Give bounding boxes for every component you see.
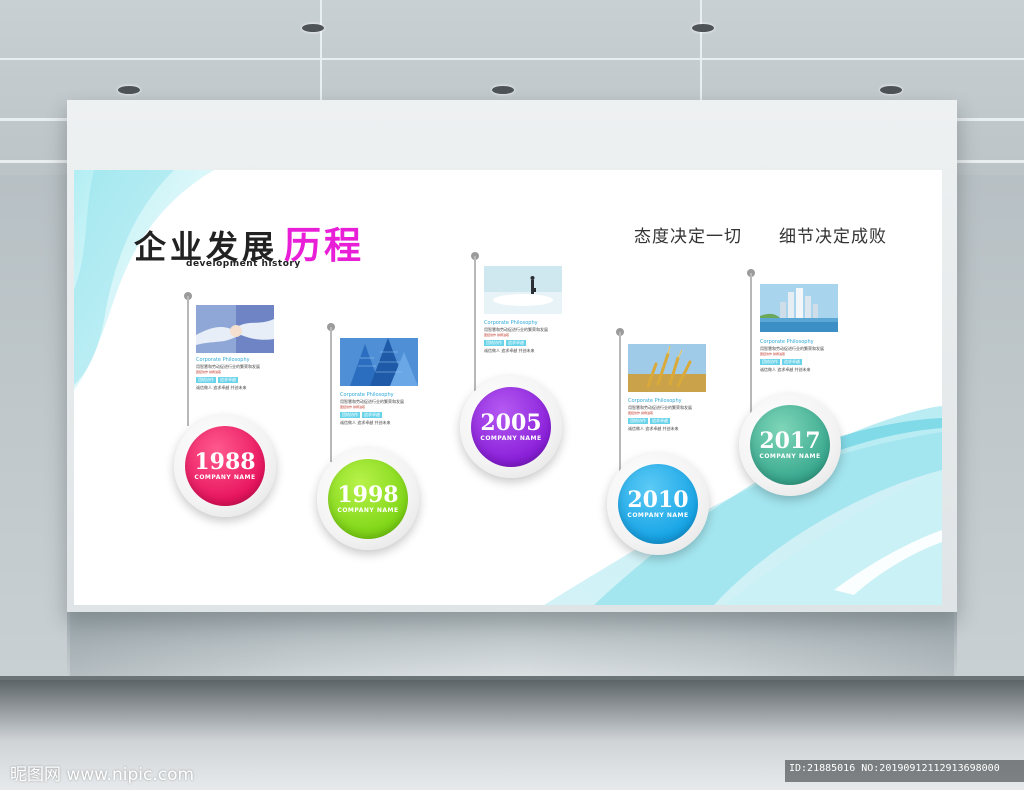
year-circle-2005: 2005 COMPANY NAME [460,376,562,478]
info-tagline: 团结协作 拼搏进取 [340,405,365,409]
info-tagline: 团结协作 拼搏进取 [760,352,785,356]
year-badge: 2005 COMPANY NAME [471,387,551,467]
ceiling-light [880,86,902,94]
year-label: 2010 [627,487,689,513]
info-tag: 追求卓越 [650,418,670,424]
city-skyline-photo [760,284,838,332]
info-heading: Corporate Philosophy [484,320,538,326]
info-tag: 团结协作 [484,340,504,346]
info-tag: 团结协作 [340,412,360,418]
info-tag: 追求卓越 [782,359,802,365]
info-heading: Corporate Philosophy [340,392,394,398]
company-name: COMPANY NAME [627,512,689,519]
company-name: COMPANY NAME [194,474,256,481]
milestone-info: Corporate Philosophy 用智慧和劳动促进行业的繁荣和发展 团结… [340,392,430,426]
wall-pillar-right [954,175,1024,680]
year-circle-2010: 2010 COMPANY NAME [607,453,709,555]
info-tagline: 团结协作 拼搏进取 [628,411,653,415]
info-tag: 团结协作 [196,377,216,383]
info-tag: 团结协作 [628,418,648,424]
year-label: 2005 [480,410,542,436]
year-badge: 1998 COMPANY NAME [328,459,408,539]
year-label: 2017 [759,428,821,454]
year-circle-1988: 1988 COMPANY NAME [174,415,276,517]
skyscraper-photo [340,338,418,386]
company-name: COMPANY NAME [480,435,542,442]
milestone-info: Corporate Philosophy 用智慧和劳动促进行业的繁荣和发展 团结… [484,320,574,354]
info-tags: 团结协作 追求卓越 [628,418,718,424]
display-board: 企业发展 历程 development history 态度决定一切 细节决定成… [74,170,942,605]
info-tag: 追求卓越 [362,412,382,418]
slogan-attitude: 态度决定一切 [634,227,742,247]
timeline-stem [750,273,752,413]
ceiling-light [692,24,714,32]
info-footer: 诚信做人 追求卓越 共创未来 [760,367,811,372]
info-heading: Corporate Philosophy [196,357,250,363]
milestone-info: Corporate Philosophy 用智慧和劳动促进行业的繁荣和发展 团结… [628,398,718,432]
info-tagline: 团结协作 拼搏进取 [196,370,221,374]
info-tag: 团结协作 [760,359,780,365]
timeline-stem [474,256,476,391]
info-tag: 追求卓越 [506,340,526,346]
timeline-stem [187,296,189,426]
businessman-photo [484,266,562,314]
info-heading: Corporate Philosophy [760,339,814,345]
company-name: COMPANY NAME [759,453,821,460]
handshake-photo [196,305,274,353]
milestone-info: Corporate Philosophy 用智慧和劳动促进行业的繁荣和发展 团结… [196,357,286,391]
info-footer: 诚信做人 追求卓越 共创未来 [196,385,247,390]
site-watermark: 昵图网 www.nipic.com [10,765,195,785]
ceiling-light [492,86,514,94]
year-circle-2017: 2017 COMPANY NAME [739,394,841,496]
info-heading: Corporate Philosophy [628,398,682,404]
info-tags: 团结协作 追求卓越 [760,359,850,365]
info-tags: 团结协作 追求卓越 [340,412,430,418]
ceiling-light [118,86,140,94]
board-subtitle: development history [186,259,301,269]
ceiling-beam [0,58,1024,60]
wall-pillar-left [0,175,70,680]
board-reflection [67,612,957,680]
info-footer: 诚信做人 追求卓越 共创未来 [628,426,679,431]
info-tags: 团结协作 追求卓越 [484,340,574,346]
year-badge: 1988 COMPANY NAME [185,426,265,506]
id-watermark: ID:21885016 NO:20190912112913698000 [789,763,1000,774]
company-name: COMPANY NAME [337,507,399,514]
timeline-stem [619,332,621,472]
wheat-photo [628,344,706,392]
milestone-info: Corporate Philosophy 用智慧和劳动促进行业的繁荣和发展 团结… [760,339,850,373]
info-tags: 团结协作 追求卓越 [196,377,286,383]
timeline-stem [330,327,332,462]
year-label: 1988 [194,449,256,475]
ceiling-light [302,24,324,32]
slogan-detail: 细节决定成败 [779,227,887,247]
info-tag: 追求卓越 [218,377,238,383]
year-label: 1998 [337,482,399,508]
year-circle-1998: 1998 COMPANY NAME [317,448,419,550]
year-badge: 2010 COMPANY NAME [618,464,698,544]
info-footer: 诚信做人 追求卓越 共创未来 [484,348,535,353]
year-badge: 2017 COMPANY NAME [750,405,830,485]
info-footer: 诚信做人 追求卓越 共创未来 [340,420,391,425]
info-tagline: 团结协作 拼搏进取 [484,333,509,337]
